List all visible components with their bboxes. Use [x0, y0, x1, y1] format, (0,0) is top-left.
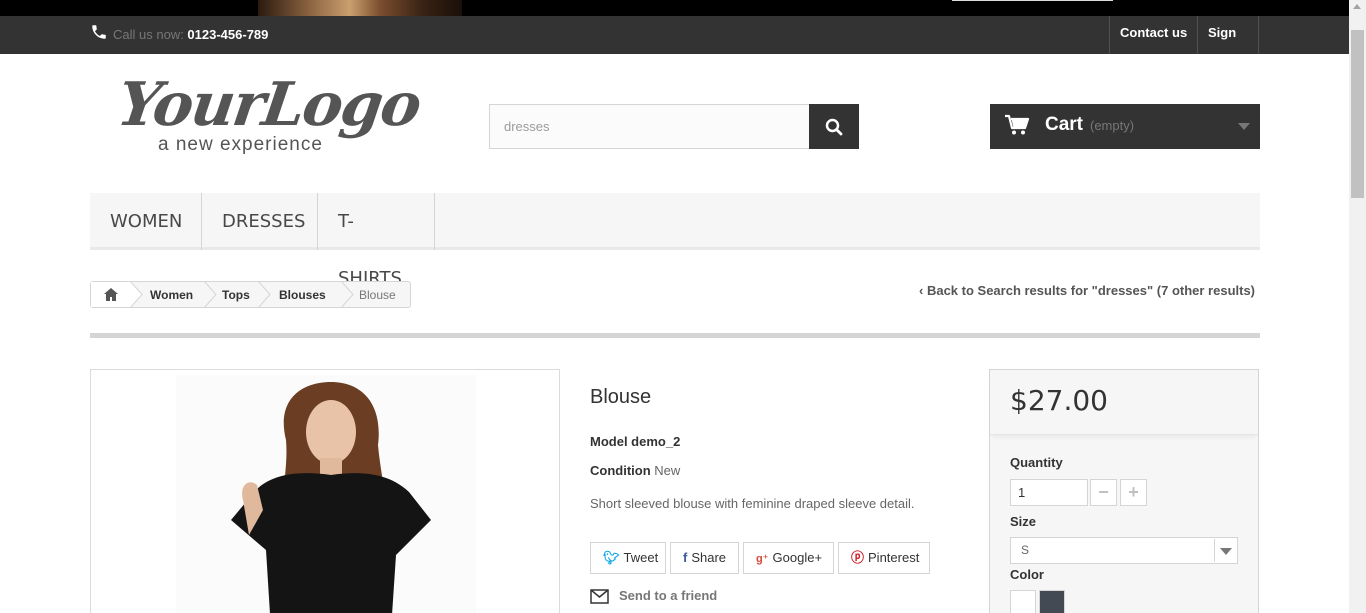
product-photo	[176, 375, 476, 613]
breadcrumb-blouses[interactable]: Blouses	[279, 288, 326, 302]
back-to-search-link[interactable]: ‹ Back to Search results for "dresses" (…	[919, 283, 1255, 298]
breadcrumb-home[interactable]	[91, 282, 131, 307]
size-select[interactable]: S	[1010, 537, 1238, 564]
facebook-icon: f	[683, 550, 688, 565]
menu-item-dresses[interactable]: Dresses	[202, 193, 318, 250]
menu-item-women[interactable]: Women	[90, 193, 202, 250]
chevron-left-icon: ‹	[919, 283, 927, 298]
product-image[interactable]	[90, 369, 560, 613]
quantity-decrease-button[interactable]: −	[1090, 479, 1117, 506]
chevron-down-icon	[1214, 539, 1236, 562]
scrollbar-thumb[interactable]	[1351, 30, 1364, 198]
share-label: Share	[691, 550, 727, 565]
tweet-label: Tweet	[623, 550, 659, 565]
home-icon	[104, 288, 118, 301]
menu-item-tshirts[interactable]: T-shirts	[318, 193, 435, 289]
cart-status: (empty)	[1090, 118, 1135, 133]
pinterest-button[interactable]: ⓟ Pinterest	[838, 542, 930, 574]
product-model: Model demo_2	[590, 434, 681, 449]
logo-wordmark: YourLogo	[113, 70, 424, 140]
color-swatch-white[interactable]	[1010, 590, 1036, 613]
google-plus-button[interactable]: g⁺ Google+	[743, 542, 834, 574]
page-scrollbar[interactable]	[1349, 0, 1366, 613]
size-label: Size	[1010, 514, 1037, 529]
phone-number: 0123-456-789	[187, 27, 269, 42]
sign-in-link[interactable]: Sign in	[1197, 16, 1259, 73]
search-input[interactable]: dresses	[489, 104, 810, 149]
breadcrumb-separator	[258, 281, 271, 308]
envelope-icon	[590, 589, 609, 604]
main-menu: Women Dresses T-shirts	[90, 193, 1260, 289]
color-swatch-dark[interactable]	[1039, 590, 1065, 613]
google-label: Google+	[772, 550, 823, 565]
twitter-icon: 🐦︎	[603, 550, 620, 565]
send-friend-label: Send to a friend	[619, 588, 718, 603]
logo-tagline: a new experience	[158, 134, 323, 155]
product-title: Blouse	[590, 386, 652, 408]
breadcrumb-women[interactable]: Women	[150, 288, 193, 302]
product-price: $27.00	[1010, 384, 1108, 417]
contact-us-link[interactable]: Contact us	[1109, 16, 1198, 54]
back-link-text: Back to Search results for "dresses" (7 …	[926, 283, 1256, 298]
cart-button[interactable]: Cart (empty)	[990, 104, 1260, 149]
size-selected-value: S	[1021, 543, 1030, 557]
call-label: Call us now:	[113, 27, 188, 42]
chevron-down-icon	[1238, 123, 1250, 130]
google-plus-icon: g⁺	[756, 553, 769, 565]
banner-divider	[952, 0, 1113, 1]
search-button[interactable]	[809, 104, 859, 149]
facebook-share-button[interactable]: f Share	[670, 542, 739, 574]
breadcrumb-separator	[341, 281, 354, 308]
quantity-input[interactable]: 1	[1010, 479, 1088, 506]
cart-icon	[1005, 114, 1030, 135]
breadcrumb-tops[interactable]: Tops	[222, 288, 250, 302]
product-condition: Condition New	[590, 463, 680, 478]
buy-box: $27.00 Quantity 1 − + Size S Color	[989, 369, 1259, 613]
condition-label: Condition	[590, 463, 651, 478]
quantity-label: Quantity	[1010, 455, 1063, 470]
quantity-increase-button[interactable]: +	[1120, 479, 1147, 506]
banner-image	[258, 0, 462, 16]
breadcrumb-separator	[130, 281, 143, 308]
color-label: Color	[1010, 567, 1044, 582]
plus-icon: +	[1128, 482, 1139, 502]
phone-icon	[92, 25, 106, 39]
scroll-up-arrow-icon[interactable]	[1353, 4, 1361, 9]
breadcrumb: Women Tops Blouses Blouse	[90, 281, 411, 308]
pinterest-label: Pinterest	[868, 550, 920, 565]
condition-value: New	[654, 463, 681, 478]
product-description: Short sleeved blouse with feminine drape…	[590, 496, 915, 511]
send-to-friend-link[interactable]: Send to a friend	[590, 588, 717, 604]
call-us-text: Call us now: 0123-456-789	[113, 27, 268, 42]
site-logo[interactable]: YourLogo a new experience	[110, 70, 424, 165]
breadcrumb-current: Blouse	[359, 288, 396, 302]
section-divider	[90, 333, 1260, 338]
top-nav-bar: Call us now: 0123-456-789 Contact us Sig…	[0, 16, 1349, 73]
tweet-button[interactable]: 🐦︎ Tweet	[590, 542, 666, 574]
price-area: $27.00	[990, 370, 1258, 435]
minus-icon: −	[1098, 482, 1109, 502]
pinterest-icon: ⓟ	[851, 550, 865, 565]
breadcrumb-separator	[204, 281, 217, 308]
top-banner[interactable]	[0, 0, 1349, 16]
search-icon	[825, 118, 843, 136]
cart-label: Cart	[1045, 114, 1084, 135]
